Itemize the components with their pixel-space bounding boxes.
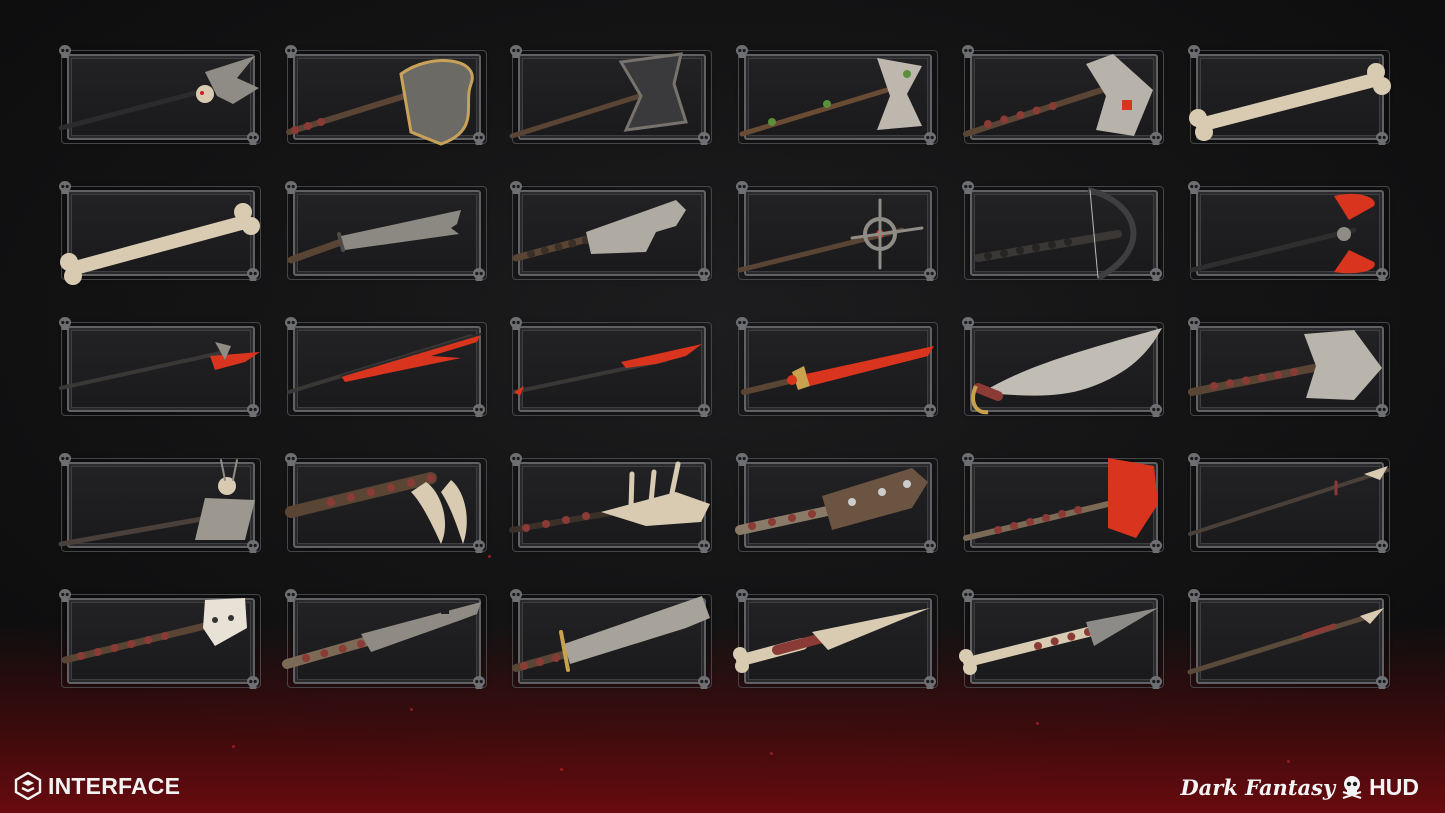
- brand-suffix: HUD: [1369, 773, 1419, 800]
- skull-logo-icon: [1342, 776, 1362, 799]
- inventory-slot[interactable]: [1184, 588, 1394, 692]
- thin-bone-spear-icon: [1188, 466, 1390, 536]
- inventory-slot[interactable]: [281, 44, 491, 148]
- inventory-slot[interactable]: [958, 588, 1168, 692]
- red-shield-hammer-icon: [963, 458, 1158, 541]
- interface-label: INTERFACE: [48, 772, 181, 799]
- inventory-slot[interactable]: [506, 180, 716, 284]
- inventory-slot[interactable]: [958, 44, 1168, 148]
- skull-mace-icon: [61, 598, 247, 664]
- inventory-slot[interactable]: [55, 316, 265, 420]
- inventory-slot[interactable]: [55, 452, 265, 556]
- jagged-stone-sword-icon: [287, 210, 461, 264]
- bone-tipped-spear-icon: [959, 608, 1158, 675]
- inventory-slot[interactable]: [732, 316, 942, 420]
- inventory-slot[interactable]: [732, 588, 942, 692]
- inventory-slot[interactable]: [55, 588, 265, 692]
- inventory-slot[interactable]: [958, 452, 1168, 556]
- femur-bone-club-icon: [1189, 63, 1391, 141]
- inventory-slot[interactable]: [506, 316, 716, 420]
- bronze-battle-axe-icon: [286, 59, 474, 146]
- weapon-inventory-grid: [0, 0, 1445, 813]
- inventory-slot[interactable]: [55, 180, 265, 285]
- large-bone-club-icon: [60, 203, 260, 285]
- interface-brand: INTERFACE: [14, 771, 180, 801]
- crosshair-mace-staff-icon: [737, 198, 924, 273]
- vine-wrapped-axe-icon: [739, 58, 922, 137]
- long-halberd-spear-icon: [59, 342, 260, 390]
- interface-logo-icon: [14, 772, 42, 800]
- wide-falchion-icon: [512, 596, 710, 672]
- inventory-slot[interactable]: [281, 180, 491, 284]
- inventory-slot[interactable]: [732, 180, 942, 284]
- studded-war-club-icon: [735, 468, 928, 535]
- inventory-slot[interactable]: [281, 316, 491, 420]
- inventory-slot[interactable]: [1184, 316, 1394, 420]
- brand-title: Dark Fantasy: [1180, 774, 1336, 800]
- inventory-slot[interactable]: [958, 180, 1168, 284]
- inventory-slot[interactable]: [506, 452, 716, 556]
- bone-cleaver-axe-icon: [963, 54, 1153, 137]
- red-hooked-spear-icon: [512, 344, 702, 396]
- bone-dagger-icon: [733, 608, 930, 673]
- inventory-slot[interactable]: [1184, 44, 1394, 148]
- red-double-axe-icon: [1189, 193, 1375, 274]
- inventory-slot[interactable]: [506, 588, 716, 692]
- inventory-slot[interactable]: [55, 44, 265, 148]
- inventory-slot[interactable]: [281, 588, 491, 692]
- inventory-slot[interactable]: [1184, 452, 1394, 556]
- broken-cleaver-blade-icon: [512, 200, 686, 262]
- inventory-slot[interactable]: [1184, 180, 1394, 284]
- dark-fantasy-hud-brand: Dark Fantasy HUD: [1180, 771, 1419, 803]
- crimson-longsword-icon: [741, 346, 934, 395]
- inventory-slot[interactable]: [281, 452, 491, 556]
- skull-halberd-icon: [58, 56, 259, 131]
- red-trident-spear-icon: [287, 333, 482, 394]
- notched-machete-icon: [282, 602, 481, 669]
- inventory-slot[interactable]: [506, 44, 716, 148]
- curved-scimitar-icon: [971, 328, 1162, 415]
- dark-double-axe-icon: [509, 52, 688, 139]
- inventory-slot[interactable]: [732, 452, 942, 556]
- inventory-slot[interactable]: [958, 316, 1168, 420]
- tusk-claw-club-icon: [285, 472, 467, 544]
- ribcage-club-icon: [509, 461, 710, 533]
- skull-totem-axe-icon: [58, 459, 255, 547]
- inventory-slot[interactable]: [732, 44, 942, 148]
- recurve-crossbow-icon: [974, 187, 1137, 281]
- wooden-spear-icon: [1187, 608, 1384, 675]
- bone-hammer-icon: [1188, 330, 1382, 400]
